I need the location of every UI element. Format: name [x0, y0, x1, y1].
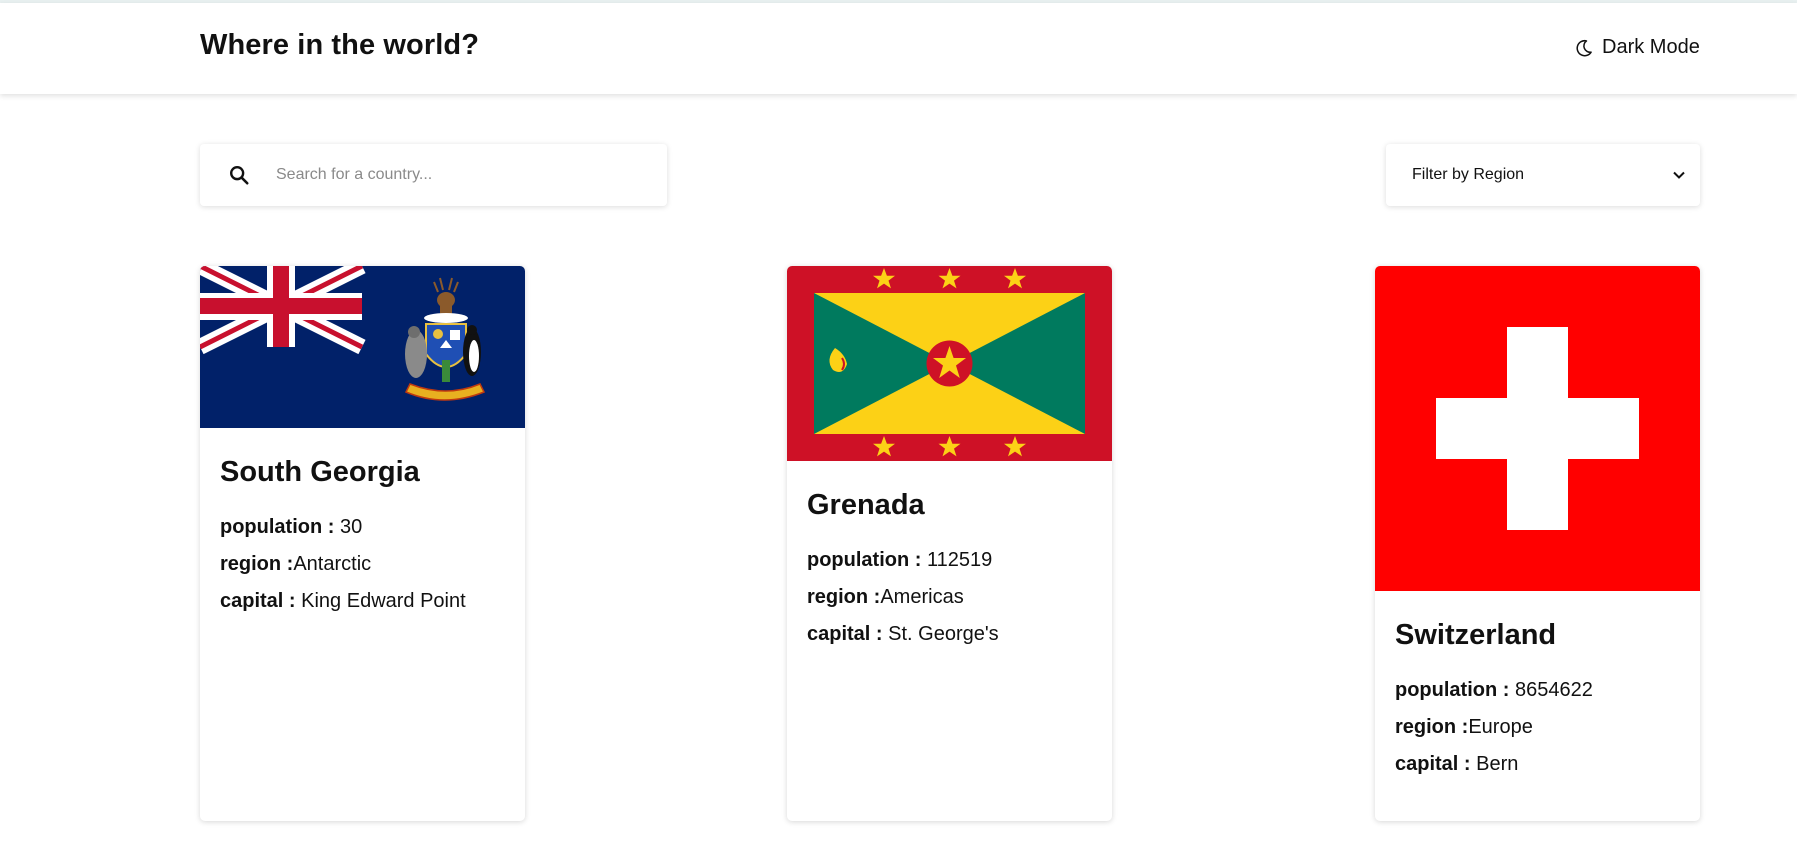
chevron-down-icon — [1673, 171, 1685, 179]
capital-row: capital : Bern — [1395, 746, 1680, 783]
switzerland-flag — [1375, 266, 1700, 591]
population-row: population : 8654622 — [1395, 672, 1680, 709]
region-filter-label: Filter by Region — [1412, 166, 1525, 183]
grenada-flag — [787, 266, 1112, 461]
capital-row: capital : St. George's — [807, 616, 1092, 653]
region-row: region :Americas — [807, 579, 1092, 616]
search-icon — [230, 166, 249, 185]
capital-label: capital : — [807, 623, 889, 645]
region-value: Antarctic — [293, 553, 372, 575]
country-card[interactable]: Grenada population : 112519 region :Amer… — [787, 266, 1112, 821]
dark-mode-toggle[interactable]: Dark Mode — [1574, 36, 1700, 59]
region-value: Americas — [880, 586, 964, 608]
region-row: region :Europe — [1395, 709, 1680, 746]
population-label: population : — [807, 549, 927, 571]
population-row: population : 30 — [220, 509, 505, 546]
capital-value: King Edward Point — [301, 590, 466, 612]
population-value: 112519 — [926, 549, 993, 571]
region-row: region :Antarctic — [220, 546, 505, 583]
capital-row: capital : King Edward Point — [220, 583, 505, 620]
country-name: Switzerland — [1395, 619, 1557, 651]
region-filter-select[interactable]: Filter by Region — [1386, 144, 1700, 206]
population-label: population : — [220, 516, 340, 538]
capital-label: capital : — [220, 590, 302, 612]
population-value: 8654622 — [1514, 679, 1593, 701]
capital-label: capital : — [1395, 753, 1477, 775]
south-georgia-flag — [200, 266, 525, 428]
region-value: Europe — [1468, 716, 1533, 738]
country-name: Grenada — [807, 489, 925, 521]
country-name: South Georgia — [220, 456, 420, 488]
app-header: Where in the world? Dark Mode — [0, 3, 1797, 94]
population-label: population : — [1395, 679, 1515, 701]
country-card[interactable]: Switzerland population : 8654622 region … — [1375, 266, 1700, 821]
app-title: Where in the world? — [200, 29, 480, 61]
population-row: population : 112519 — [807, 542, 1092, 579]
country-card[interactable]: South Georgia population : 30 region :An… — [200, 266, 525, 821]
region-label: region : — [1395, 716, 1469, 738]
dark-mode-label: Dark Mode — [1602, 36, 1700, 58]
population-value: 30 — [339, 516, 363, 538]
capital-value: Bern — [1476, 753, 1519, 775]
search-input[interactable] — [274, 165, 638, 185]
region-label: region : — [807, 586, 881, 608]
search-box[interactable] — [200, 144, 667, 206]
capital-value: St. George's — [888, 623, 999, 645]
moon-icon — [1576, 39, 1592, 56]
region-label: region : — [220, 553, 294, 575]
